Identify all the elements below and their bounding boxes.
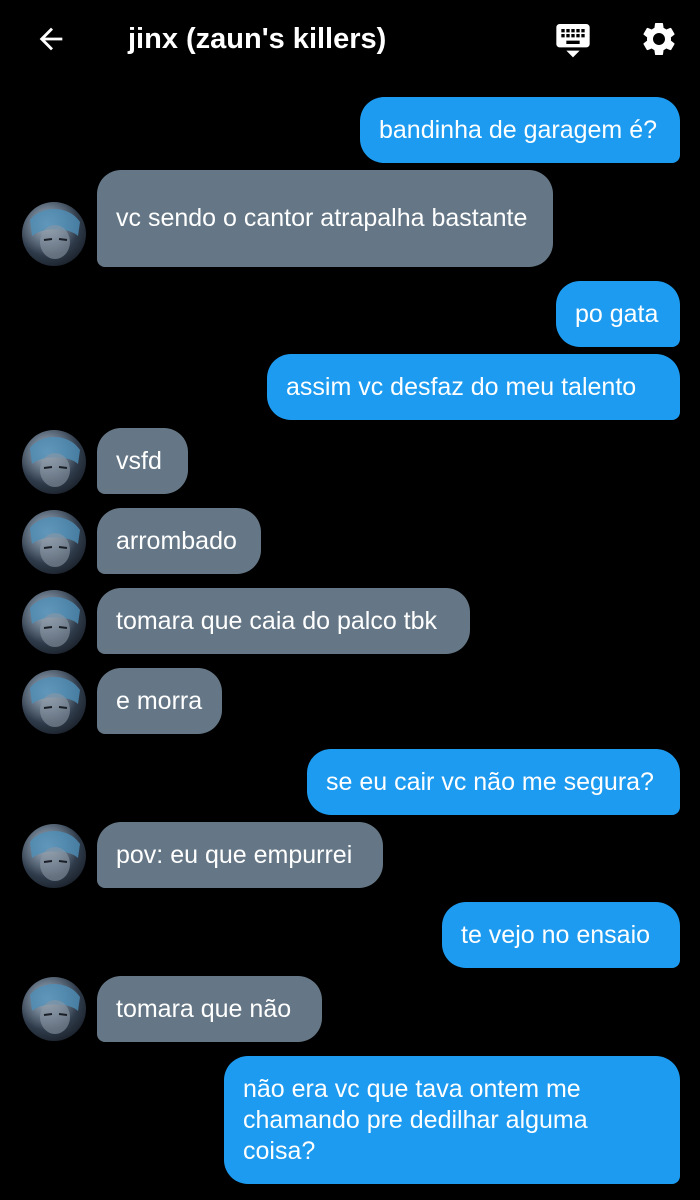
message-outgoing[interactable]: bandinha de garagem é? xyxy=(360,97,680,163)
message-text: bandinha de garagem é? xyxy=(379,115,658,144)
message-incoming[interactable]: vc sendo o cantor atrapalha bastante xyxy=(97,170,553,267)
message-text: vsfd xyxy=(116,446,162,475)
message-text: e morra xyxy=(116,686,203,715)
message-incoming[interactable]: vsfd xyxy=(97,428,188,494)
message-outgoing[interactable]: não era vc que tava ontem me chamando pr… xyxy=(224,1056,680,1184)
chat-screen: jinx (zaun's killers) bandinha de garage… xyxy=(0,0,700,1200)
gear-icon[interactable] xyxy=(634,14,684,64)
message-text: tomara que não xyxy=(116,994,292,1023)
avatar[interactable] xyxy=(22,430,86,494)
message-text: po gata xyxy=(575,299,659,328)
arrow-left-icon[interactable] xyxy=(28,16,74,62)
message-text: não era vc que tava ontem me chamando pr… xyxy=(243,1074,588,1165)
avatar[interactable] xyxy=(22,824,86,888)
message-text: tomara que caia do palco tbk xyxy=(116,606,438,635)
chat-header: jinx (zaun's killers) xyxy=(0,0,700,80)
message-incoming[interactable]: e morra xyxy=(97,668,222,734)
avatar[interactable] xyxy=(22,590,86,654)
message-text: te vejo no ensaio xyxy=(461,920,651,949)
message-outgoing[interactable]: te vejo no ensaio xyxy=(442,902,680,968)
message-text: vc sendo o cantor atrapalha bastante xyxy=(116,204,528,232)
message-outgoing[interactable]: assim vc desfaz do meu talento xyxy=(267,354,680,420)
chat-title: jinx (zaun's killers) xyxy=(128,23,387,55)
message-text: arrombado xyxy=(116,526,237,555)
message-outgoing[interactable]: se eu cair vc não me segura? xyxy=(307,749,680,815)
avatar[interactable] xyxy=(22,510,86,574)
message-incoming[interactable]: tomara que caia do palco tbk xyxy=(97,588,470,654)
keyboard-icon[interactable] xyxy=(548,14,598,64)
message-text: pov: eu que empurrei xyxy=(116,840,353,869)
message-incoming[interactable]: pov: eu que empurrei xyxy=(97,822,383,888)
message-outgoing[interactable]: po gata xyxy=(556,281,680,347)
message-incoming[interactable]: tomara que não xyxy=(97,976,322,1042)
message-text: assim vc desfaz do meu talento xyxy=(286,372,637,401)
avatar[interactable] xyxy=(22,202,86,266)
message-incoming[interactable]: arrombado xyxy=(97,508,261,574)
avatar[interactable] xyxy=(22,977,86,1041)
message-text: se eu cair vc não me segura? xyxy=(326,767,654,796)
avatar[interactable] xyxy=(22,670,86,734)
